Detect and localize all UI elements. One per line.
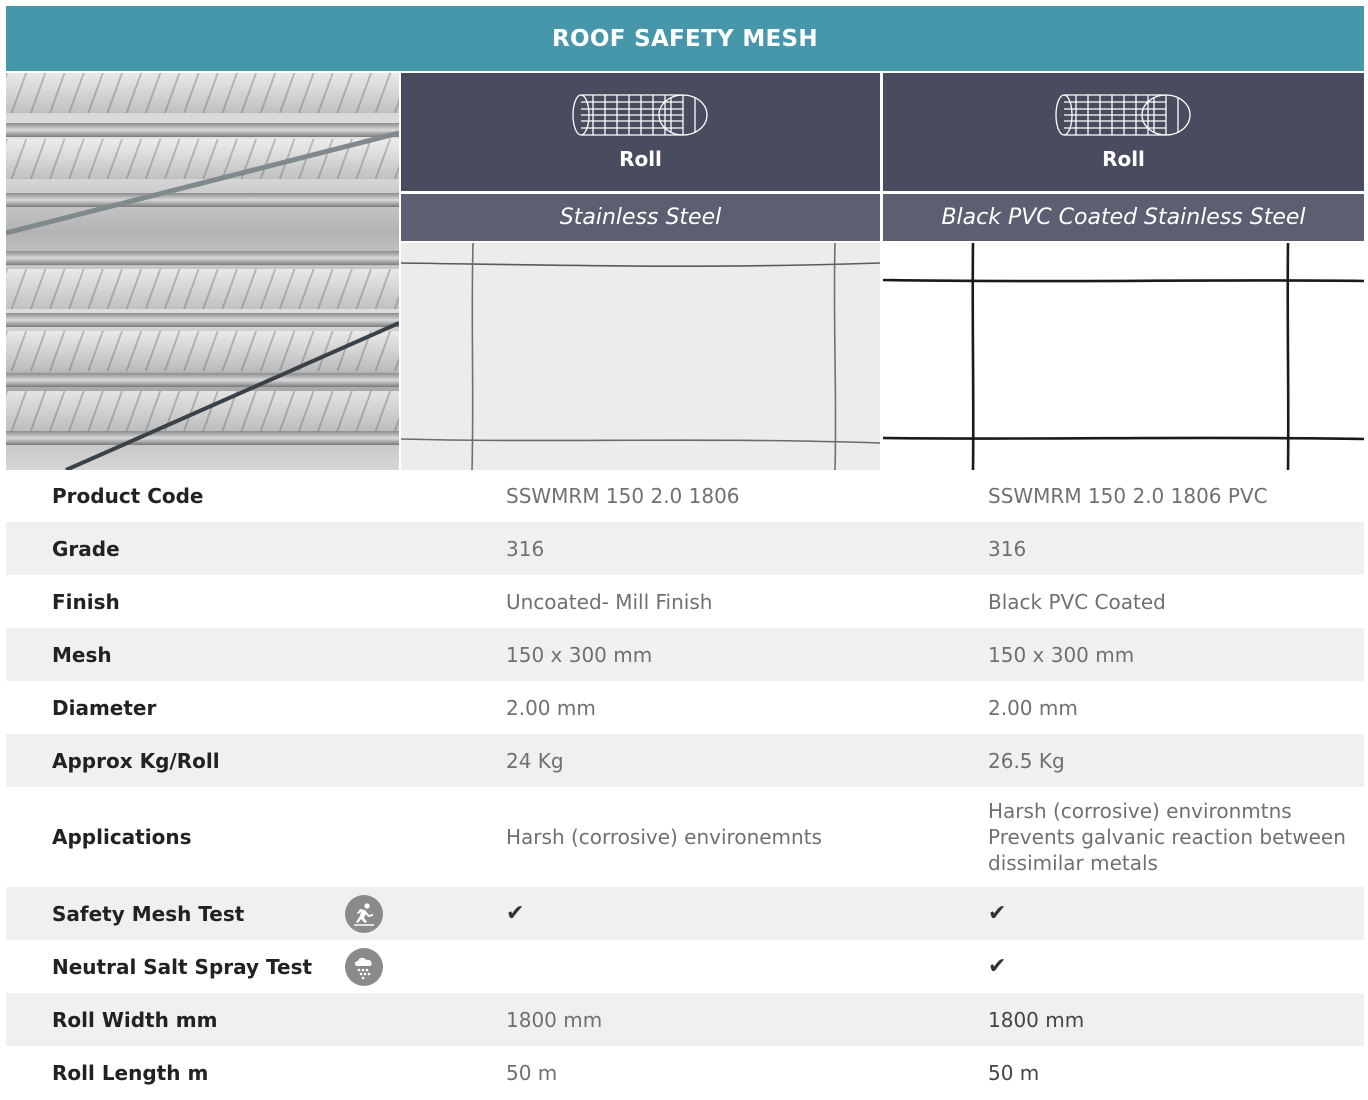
- row-value: 316: [988, 536, 1027, 561]
- column-material-pvc: Black PVC Coated Stainless Steel: [883, 194, 1364, 241]
- row-label: Finish: [52, 589, 120, 614]
- check-mark: ✔: [988, 953, 1007, 979]
- row-label: Grade: [52, 536, 120, 561]
- row-value-line: Prevents galvanic reaction between dissi…: [988, 825, 1346, 875]
- row-label: Roll Width mm: [52, 1007, 218, 1032]
- column-material-stainless: Stainless Steel: [401, 194, 880, 241]
- column-form-label: Roll: [619, 147, 662, 171]
- table-row: Roll Length m 50 m 50 m: [6, 1046, 1364, 1099]
- row-value: 2.00 mm: [506, 695, 596, 720]
- row-value: 50 m: [506, 1060, 558, 1085]
- table-row: Applications Harsh (corrosive) environem…: [6, 787, 1364, 887]
- row-value: 26.5 Kg: [988, 748, 1065, 773]
- row-label: Diameter: [52, 695, 157, 720]
- table-row: Mesh 150 x 300 mm 150 x 300 mm: [6, 628, 1364, 681]
- roll-mesh-icon: [1054, 94, 1191, 136]
- row-label: Roll Length m: [52, 1060, 209, 1085]
- row-label: Mesh: [52, 642, 112, 667]
- check-mark: ✔: [988, 900, 1007, 926]
- row-value: SSWMRM 150 2.0 1806 PVC: [988, 484, 1268, 508]
- mesh-swatch-stainless: [401, 243, 880, 470]
- mesh-swatch-pvc: [883, 243, 1364, 470]
- table-row: Product Code SSWMRM 150 2.0 1806 SSWMRM …: [6, 470, 1364, 522]
- row-value: Uncoated- Mill Finish: [506, 589, 713, 614]
- table-title-banner: ROOF SAFETY MESH: [6, 6, 1364, 71]
- row-value: Black PVC Coated: [988, 589, 1166, 614]
- row-value-multiline: Harsh (corrosive) environmtns Prevents g…: [988, 798, 1358, 876]
- column-form-label: Roll: [1102, 147, 1145, 171]
- column-header-pvc: Roll: [883, 73, 1364, 191]
- material-label: Black PVC Coated Stainless Steel: [941, 205, 1306, 230]
- row-label: Neutral Salt Spray Test: [52, 954, 313, 979]
- table-row: Roll Width mm 1800 mm 1800 mm: [6, 993, 1364, 1046]
- row-value: 1800 mm: [506, 1007, 603, 1032]
- row-value: 50 m: [988, 1060, 1040, 1085]
- falling-person-icon: [345, 894, 383, 933]
- table-row: Safety Mesh Test ✔ ✔: [6, 887, 1364, 940]
- row-label: Approx Kg/Roll: [52, 748, 220, 773]
- row-label: Applications: [52, 825, 192, 849]
- table-row: Approx Kg/Roll 24 Kg 26.5 Kg: [6, 734, 1364, 787]
- table-title: ROOF SAFETY MESH: [552, 25, 818, 52]
- row-value: SSWMRM 150 2.0 1806: [506, 484, 740, 508]
- row-label: Product Code: [52, 484, 204, 508]
- column-header-stainless: Roll: [401, 73, 880, 191]
- roof-installation-photo: [6, 73, 399, 470]
- check-mark: ✔: [506, 900, 525, 926]
- roll-mesh-icon: [571, 94, 708, 136]
- row-value: 1800 mm: [988, 1007, 1085, 1032]
- table-row: Grade 316 316: [6, 522, 1364, 575]
- material-label: Stainless Steel: [559, 205, 722, 230]
- row-value-line: Harsh (corrosive) environmtns: [988, 799, 1292, 823]
- table-row: Neutral Salt Spray Test ✔: [6, 940, 1364, 993]
- row-value: 150 x 300 mm: [988, 642, 1135, 667]
- row-value: 150 x 300 mm: [506, 642, 653, 667]
- row-value: 24 Kg: [506, 748, 564, 773]
- table-row: Finish Uncoated- Mill Finish Black PVC C…: [6, 575, 1364, 628]
- spec-table: Product Code SSWMRM 150 2.0 1806 SSWMRM …: [6, 470, 1364, 1099]
- row-value: 316: [506, 536, 545, 561]
- row-value: 2.00 mm: [988, 695, 1078, 720]
- table-row: Diameter 2.00 mm 2.00 mm: [6, 681, 1364, 734]
- row-value: Harsh (corrosive) environemnts: [506, 825, 822, 849]
- salt-spray-icon: [345, 947, 383, 986]
- row-label: Safety Mesh Test: [52, 901, 245, 926]
